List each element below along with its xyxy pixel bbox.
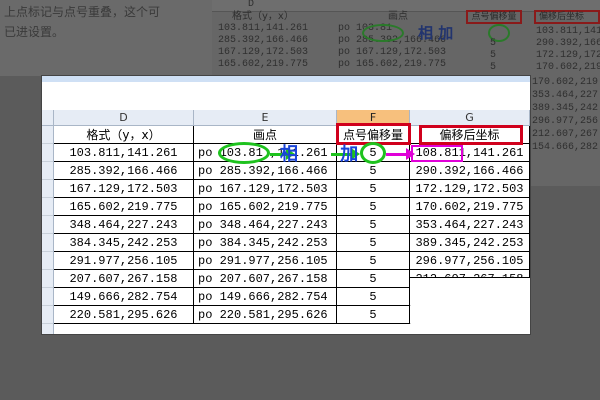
cell-plot-point[interactable]: po 220.581,295.626 bbox=[194, 306, 337, 324]
cell-format[interactable]: 291.977,256.105 bbox=[54, 252, 194, 270]
bg-green-ring bbox=[362, 24, 404, 42]
column-header-e[interactable]: E bbox=[194, 110, 337, 126]
bg-row: 154.666,282. bbox=[532, 142, 600, 153]
cell-plot-point[interactable]: po 149.666,282.754 bbox=[194, 288, 337, 306]
select-all-corner[interactable] bbox=[42, 110, 54, 126]
cell-format[interactable]: 165.602,219.775 bbox=[54, 198, 194, 216]
cell-offset-coords[interactable]: 212.607,267.158 bbox=[410, 270, 530, 278]
arrow-right-magenta bbox=[386, 148, 415, 160]
cell-offset[interactable]: 5 bbox=[337, 216, 410, 234]
cell-offset-coords[interactable]: 170.602,219.775 bbox=[410, 198, 530, 216]
cell-plot-point[interactable]: po 348.464,227.243 bbox=[194, 216, 337, 234]
highlight-box-coords-header bbox=[419, 125, 523, 145]
bg-annot-text: 相 加 bbox=[418, 24, 454, 42]
bg-row: 165.602,219.775 bbox=[218, 59, 309, 70]
row-number[interactable] bbox=[42, 198, 53, 216]
bg-row: 170.602,219. bbox=[532, 77, 600, 88]
bg-row: po 167.129,172.503 bbox=[338, 47, 447, 58]
column-header-g[interactable]: G bbox=[410, 110, 530, 126]
sheet-toolbar bbox=[42, 76, 530, 110]
row-number-gutter[interactable] bbox=[42, 126, 54, 334]
bg-row: 353.464,227. bbox=[532, 90, 600, 101]
bg-col-letter: D bbox=[248, 0, 255, 10]
row-number[interactable] bbox=[42, 252, 53, 270]
row-number[interactable] bbox=[42, 126, 53, 144]
bg-row: 296.977,256. bbox=[532, 116, 600, 127]
row-number[interactable] bbox=[42, 270, 53, 288]
cell-offset-coords[interactable]: 296.977,256.105 bbox=[410, 252, 530, 270]
bg-row: 103.811,141.2 bbox=[536, 26, 600, 37]
cell-offset[interactable]: 5 bbox=[337, 198, 410, 216]
cell-offset[interactable]: 5 bbox=[337, 180, 410, 198]
row-number[interactable] bbox=[42, 162, 53, 180]
spreadsheet: D E F G 格式（y，x） 画点 点号偏移量 偏移后坐标 103.811,1… bbox=[42, 76, 530, 334]
highlight-ring-plot-point bbox=[218, 142, 270, 164]
bg-row: po 165.602,219.775 bbox=[338, 59, 447, 70]
bg-col-g: 103.811,141.2 290.392,166. 172.129,172. … bbox=[536, 26, 600, 74]
cell-offset-coords[interactable]: 172.129,172.503 bbox=[410, 180, 530, 198]
row-number[interactable] bbox=[42, 216, 53, 234]
cell-format[interactable]: 149.666,282.754 bbox=[54, 288, 194, 306]
column-header-d[interactable]: D bbox=[54, 110, 194, 126]
bg-row: 290.392,166. bbox=[536, 38, 600, 49]
cell-offset[interactable]: 5 bbox=[337, 306, 410, 324]
highlight-box-result bbox=[411, 145, 463, 162]
toolbar-stripe bbox=[42, 76, 530, 82]
bg-col-d: 格式（y，x） 103.811,141.261 285.392,166.466 … bbox=[218, 11, 309, 70]
cell-header-format[interactable]: 格式（y，x） bbox=[54, 126, 194, 144]
cell-plot-point[interactable]: po 291.977,256.105 bbox=[194, 252, 337, 270]
row-number[interactable] bbox=[42, 180, 53, 198]
cell-offset[interactable]: 5 bbox=[337, 234, 410, 252]
cell-offset-coords[interactable]: 389.345,242.253 bbox=[410, 234, 530, 252]
empty-region bbox=[411, 279, 530, 334]
bg-row: 172.129,172. bbox=[536, 50, 600, 61]
bg-row: 212.607,267. bbox=[532, 129, 600, 140]
row-number[interactable] bbox=[42, 144, 53, 162]
annotation-plus-text: 相 加 bbox=[280, 144, 377, 165]
bg-header-g: 偏移后坐标 bbox=[534, 10, 600, 24]
background-right-strip: 170.602,219. 353.464,227. 389.345,242. 2… bbox=[530, 76, 600, 186]
row-number[interactable] bbox=[42, 306, 53, 324]
bg-row: 167.129,172.503 bbox=[218, 47, 309, 58]
cell-format[interactable]: 167.129,172.503 bbox=[54, 180, 194, 198]
cell-offset-coords[interactable]: 290.392,166.466 bbox=[410, 162, 530, 180]
cell-format[interactable]: 285.392,166.466 bbox=[54, 162, 194, 180]
cell-plot-point[interactable]: po 207.607,267.158 bbox=[194, 270, 337, 288]
row-number[interactable] bbox=[42, 234, 53, 252]
bg-doc-line-1: 上点标记与点号重叠，这个可 bbox=[4, 5, 161, 19]
cell-offset[interactable]: 5 bbox=[337, 288, 410, 306]
bg-row: 389.345,242. bbox=[532, 103, 600, 114]
cell-plot-point[interactable]: po 165.602,219.775 bbox=[194, 198, 337, 216]
cell-offset[interactable]: 5 bbox=[337, 270, 410, 288]
bg-row: 103.811,141.261 bbox=[218, 23, 309, 34]
bg-header-f: 点号偏移量 bbox=[466, 10, 522, 24]
cell-format[interactable]: 207.607,267.158 bbox=[54, 270, 194, 288]
background-spreadsheet: D 格式（y，x） 103.811,141.261 285.392,166.46… bbox=[212, 0, 600, 76]
cell-offset-coords[interactable]: 353.464,227.243 bbox=[410, 216, 530, 234]
bg-f-values: 555 bbox=[490, 38, 497, 73]
background-document: 上点标记与点号重叠，这个可 已进设置。 bbox=[0, 0, 212, 76]
bg-row: 170.602,219. bbox=[536, 62, 600, 73]
cell-format[interactable]: 384.345,242.253 bbox=[54, 234, 194, 252]
cell-format[interactable]: 103.811,141.261 bbox=[54, 144, 194, 162]
bg-doc-line-2: 已进设置。 bbox=[4, 25, 65, 39]
cell-plot-point[interactable]: po 167.129,172.503 bbox=[194, 180, 337, 198]
row-number[interactable] bbox=[42, 288, 53, 306]
cell-offset[interactable]: 5 bbox=[337, 252, 410, 270]
cell-format[interactable]: 220.581,295.626 bbox=[54, 306, 194, 324]
cell-format[interactable]: 348.464,227.243 bbox=[54, 216, 194, 234]
cell-plot-point[interactable]: po 384.345,242.253 bbox=[194, 234, 337, 252]
bg-row: 285.392,166.466 bbox=[218, 35, 309, 46]
